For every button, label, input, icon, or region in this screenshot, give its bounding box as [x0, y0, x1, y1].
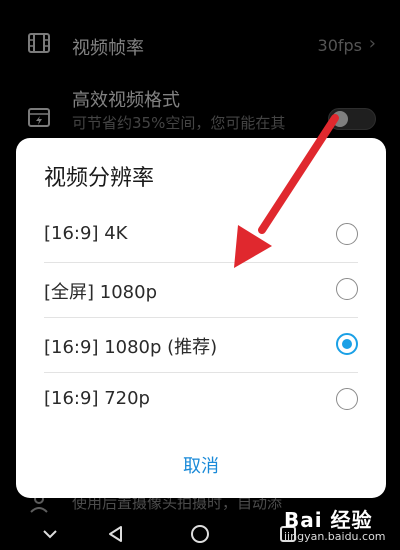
radio-button[interactable]	[336, 278, 358, 300]
watermark-url: jingyan.baidu.com	[284, 530, 386, 543]
radio-button[interactable]	[336, 388, 358, 410]
option-label: [全屏] 1080p	[44, 282, 158, 303]
option-label: [16:9] 1080p (推荐)	[44, 337, 218, 358]
option-label: [16:9] 4K	[44, 223, 128, 244]
option-label: [16:9] 720p	[44, 388, 150, 409]
home-icon[interactable]	[190, 524, 210, 548]
radio-button[interactable]	[336, 223, 358, 245]
cancel-button[interactable]: 取消	[16, 452, 386, 478]
option-4k[interactable]: [16:9] 4K	[16, 208, 386, 262]
resolution-dialog: 视频分辨率 [16:9] 4K [全屏] 1080p [16:9] 1080p …	[16, 138, 386, 498]
dialog-title: 视频分辨率	[44, 166, 155, 191]
option-1080p-recommended[interactable]: [16:9] 1080p (推荐)	[16, 318, 386, 372]
watermark-text: Bai 经验	[284, 508, 373, 532]
watermark-logo: Bai 经验 jingyan.baidu.com	[270, 500, 400, 550]
option-fullscreen-1080p[interactable]: [全屏] 1080p	[16, 263, 386, 317]
hide-keyboard-icon[interactable]	[40, 524, 60, 548]
option-720p[interactable]: [16:9] 720p	[16, 373, 386, 427]
back-icon[interactable]	[106, 524, 126, 548]
radio-button-selected[interactable]	[336, 333, 358, 355]
